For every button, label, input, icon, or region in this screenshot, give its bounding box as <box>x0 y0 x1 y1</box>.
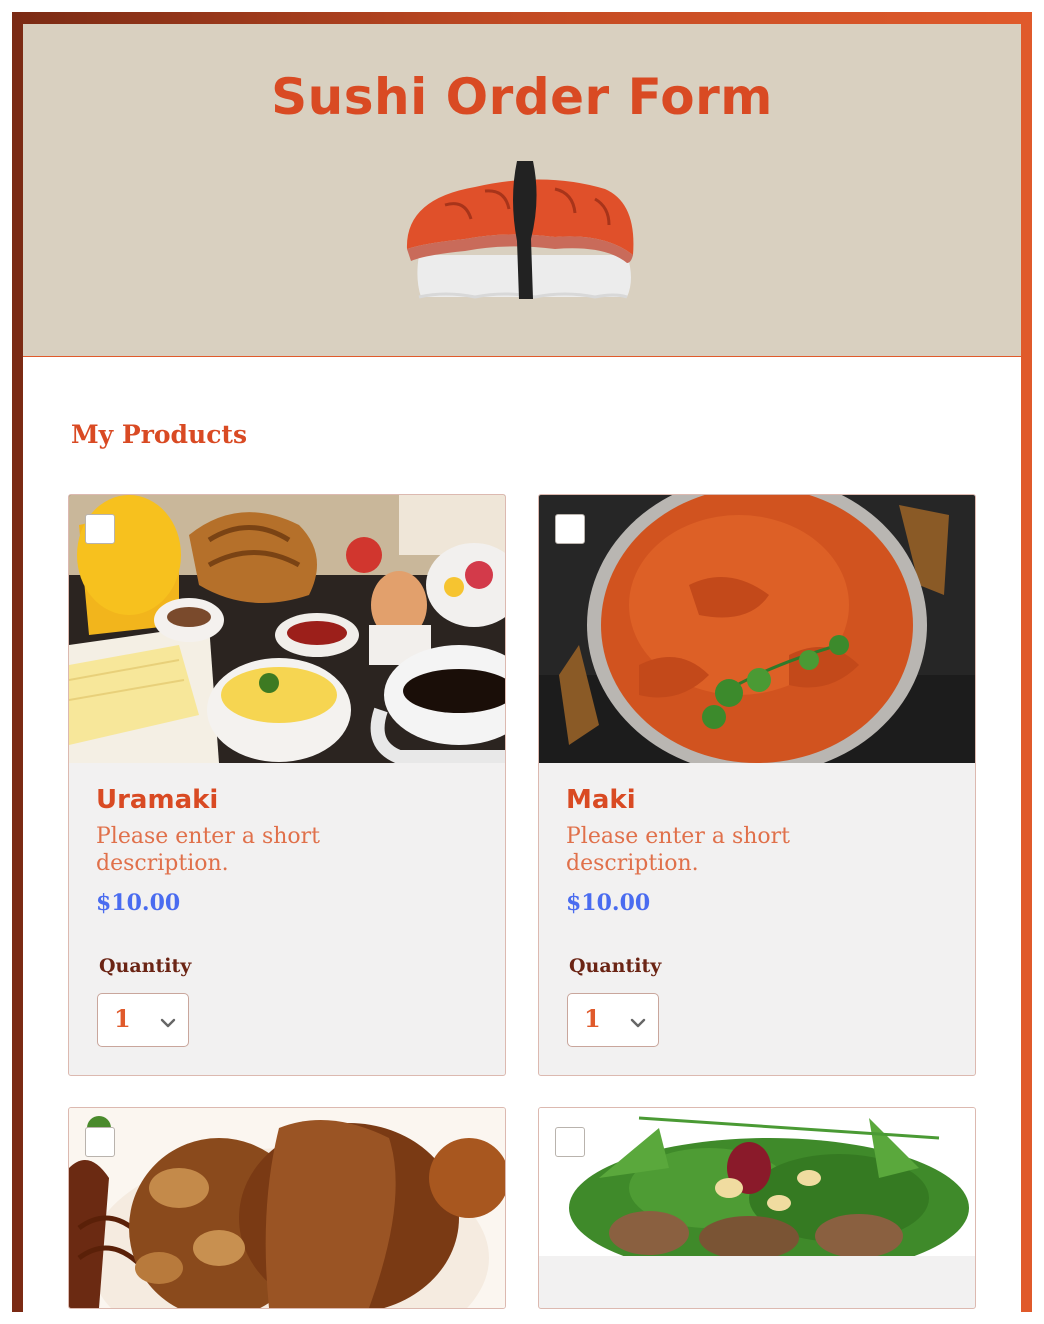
quantity-label: Quantity <box>99 955 192 977</box>
form-container: Sushi Order Form My Products Uramaki Ple… <box>23 24 1021 1324</box>
product-image <box>539 495 975 763</box>
product-description: Please enter a short description. <box>96 824 321 876</box>
product-price: $10.00 <box>96 890 181 916</box>
quantity-value: 1 <box>584 1004 601 1033</box>
product-image <box>539 1108 975 1256</box>
product-card-4 <box>538 1107 976 1309</box>
quantity-label: Quantity <box>569 955 662 977</box>
sushi-nigiri-icon <box>405 159 635 308</box>
product-select-checkbox[interactable] <box>555 514 585 544</box>
quantity-dropdown[interactable]: 1 <box>567 993 659 1047</box>
form-title: Sushi Order Form <box>271 68 773 126</box>
product-card-uramaki: Uramaki Please enter a short description… <box>68 494 506 1076</box>
product-select-checkbox[interactable] <box>85 1127 115 1157</box>
product-card-maki: Maki Please enter a short description. $… <box>538 494 976 1076</box>
chevron-down-icon <box>160 1014 176 1033</box>
product-image <box>69 495 505 763</box>
chevron-down-icon <box>630 1014 646 1033</box>
product-image <box>69 1108 505 1308</box>
product-price: $10.00 <box>566 890 651 916</box>
quantity-dropdown[interactable]: 1 <box>97 993 189 1047</box>
product-name: Uramaki <box>96 785 219 815</box>
product-card-3 <box>68 1107 506 1309</box>
form-header: Sushi Order Form <box>23 24 1021 357</box>
quantity-value: 1 <box>114 1004 131 1033</box>
product-description: Please enter a short description. <box>566 824 791 876</box>
section-heading: My Products <box>71 420 248 449</box>
product-select-checkbox[interactable] <box>555 1127 585 1157</box>
product-select-checkbox[interactable] <box>85 514 115 544</box>
product-name: Maki <box>566 785 636 815</box>
